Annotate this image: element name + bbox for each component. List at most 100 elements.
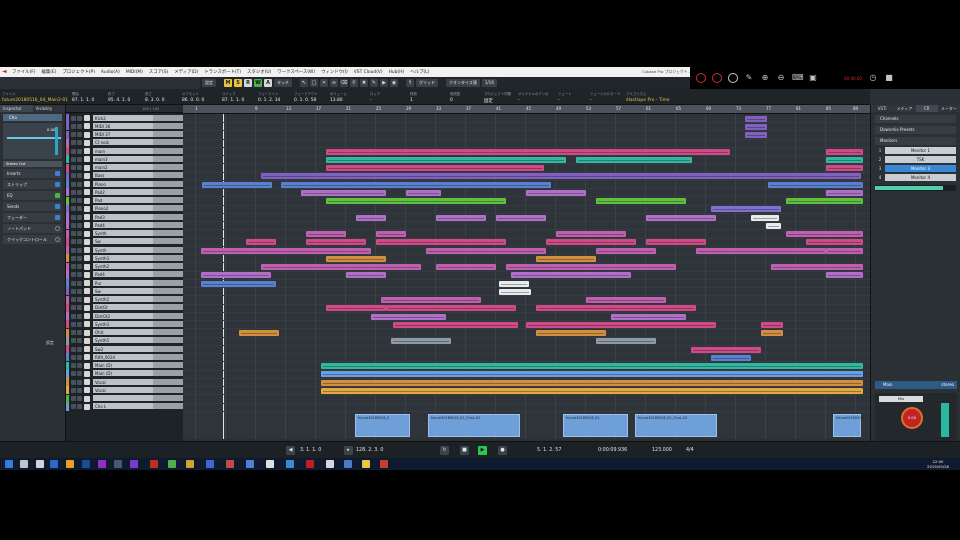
section-toggle-icon[interactable] xyxy=(55,171,60,176)
menu-item[interactable]: ワークスペース(W) xyxy=(277,69,315,75)
taskbar-app-icon[interactable] xyxy=(326,460,334,468)
mute-toggle-icon[interactable] xyxy=(71,396,76,401)
solo-toggle-icon[interactable] xyxy=(77,288,82,294)
info-field[interactable]: プロジェクト同期 固定 xyxy=(484,91,511,104)
taskbar-app-icon[interactable] xyxy=(66,460,74,468)
track-name[interactable]: R09_0034 xyxy=(93,353,153,361)
event-clip[interactable] xyxy=(576,156,692,163)
track-controls[interactable] xyxy=(153,403,183,411)
track-controls[interactable] xyxy=(153,155,183,163)
monitor-name[interactable]: Monitor 1 xyxy=(885,146,956,154)
event-clip[interactable] xyxy=(596,247,656,254)
monitor-name[interactable]: TSK xyxy=(885,155,956,163)
track-row[interactable]: R09_0034 xyxy=(66,353,183,362)
track-buttons[interactable] xyxy=(69,197,83,205)
event-clip[interactable] xyxy=(826,156,863,163)
mute-toggle-icon[interactable] xyxy=(71,338,76,344)
track-name[interactable]: Piano2 xyxy=(93,205,153,213)
track-name[interactable]: MIDI 36 xyxy=(93,122,153,130)
mute-toggle-icon[interactable] xyxy=(71,115,76,121)
track-row[interactable]: Synth3 xyxy=(66,254,183,263)
event-clip[interactable] xyxy=(426,247,546,254)
solo-toggle-icon[interactable] xyxy=(77,214,82,220)
solo-toggle-icon[interactable] xyxy=(77,181,82,187)
event-clip[interactable] xyxy=(771,264,863,270)
tab-visibility[interactable]: Visibility xyxy=(32,105,65,112)
event-clip[interactable] xyxy=(201,280,276,287)
alarm-icon[interactable]: ◷ xyxy=(868,73,878,83)
track-name[interactable]: Kick2 xyxy=(93,114,153,122)
event-clip[interactable] xyxy=(326,165,544,171)
track-row[interactable]: main2 xyxy=(66,163,183,172)
event-clip[interactable] xyxy=(201,272,271,279)
inspector-section[interactable]: Inserts xyxy=(3,169,62,178)
track-row[interactable]: Ohit xyxy=(66,328,183,337)
track-controls[interactable] xyxy=(153,263,183,270)
track-buttons[interactable] xyxy=(69,131,83,139)
tempo-display[interactable]: 123.000 xyxy=(652,446,672,455)
menu-item[interactable]: Audio(A) xyxy=(101,70,120,75)
taskbar-app-icon[interactable] xyxy=(186,460,194,468)
track-controls[interactable] xyxy=(153,238,183,246)
zoom-in-icon[interactable]: ⊕ xyxy=(760,73,770,83)
track-buttons[interactable] xyxy=(69,395,83,403)
track-controls[interactable] xyxy=(153,395,183,402)
taskbar-app-icon[interactable] xyxy=(114,460,122,468)
event-clip[interactable] xyxy=(745,123,767,130)
event-clip[interactable] xyxy=(436,264,496,270)
downmix-presets-section[interactable]: Downmix Presets xyxy=(875,126,956,134)
track-name[interactable]: Sw2 xyxy=(93,345,153,353)
mute-toggle-icon[interactable] xyxy=(71,165,76,170)
solo-toggle-icon[interactable] xyxy=(77,173,82,179)
track-buttons[interactable] xyxy=(69,271,83,279)
tab-vsti[interactable]: VSTi xyxy=(871,105,894,112)
track-row[interactable]: Synth2 xyxy=(66,295,183,304)
mute-button[interactable]: M xyxy=(224,79,232,87)
info-field[interactable]: 開始 87. 1. 1. 0 xyxy=(72,91,94,103)
info-field-value[interactable]: 1 xyxy=(410,98,417,103)
mute-toggle-icon[interactable] xyxy=(71,387,76,393)
erase-tool-icon[interactable]: ⌫ xyxy=(340,79,348,87)
time-signature[interactable]: 4/4 xyxy=(686,446,694,455)
track-buttons[interactable] xyxy=(69,172,83,180)
solo-toggle-icon[interactable] xyxy=(77,189,82,195)
event-clip[interactable] xyxy=(201,247,371,254)
event-clip[interactable] xyxy=(321,379,863,386)
mute-toggle-icon[interactable] xyxy=(71,313,76,319)
info-field-value[interactable]: - xyxy=(590,98,620,103)
solo-toggle-icon[interactable] xyxy=(77,140,82,146)
track-row[interactable]: Synth xyxy=(66,229,183,238)
event-clip[interactable] xyxy=(371,313,446,320)
tab-inspector[interactable]: Inspector xyxy=(0,105,33,112)
track-name[interactable]: Sw xyxy=(93,287,153,295)
position-time[interactable]: 0:00:09.936 xyxy=(598,446,627,455)
mute-toggle-icon[interactable] xyxy=(71,354,76,360)
right-locator[interactable]: 128. 2. 3. 0 xyxy=(356,446,383,455)
event-clip[interactable] xyxy=(381,297,481,303)
track-buttons[interactable] xyxy=(69,362,83,370)
menu-item[interactable]: ウィンドウ(I) xyxy=(321,69,348,75)
event-clip[interactable] xyxy=(511,272,631,279)
mute-toggle-icon[interactable] xyxy=(71,297,76,302)
windows-start-icon[interactable] xyxy=(5,460,13,468)
info-field-value[interactable]: 87. 1. 1. 0 xyxy=(72,98,94,103)
event-clip[interactable] xyxy=(826,148,863,155)
output-routing[interactable]: Stereo Out xyxy=(3,161,62,167)
event-clip[interactable] xyxy=(711,206,781,213)
mute-toggle-icon[interactable] xyxy=(71,198,76,203)
audio-event[interactable]: future20180516_02 xyxy=(563,414,628,437)
taskbar-app-icon[interactable] xyxy=(98,460,106,468)
monitor-name[interactable]: Monitor 4 xyxy=(885,173,956,181)
event-clip[interactable] xyxy=(826,165,863,171)
track-row[interactable]: Sw xyxy=(66,287,183,296)
menu-item[interactable]: メディア(D) xyxy=(174,69,198,75)
info-field[interactable]: スナップ 87. 1. 1. 0 xyxy=(222,91,244,103)
menu-item[interactable]: プロジェクト(P) xyxy=(63,69,95,75)
track-controls[interactable] xyxy=(153,131,183,138)
track-controls[interactable] xyxy=(153,213,183,221)
pencil-icon[interactable]: ✎ xyxy=(744,73,754,83)
event-clip[interactable] xyxy=(261,264,421,270)
audio-event[interactable]: future20180516 xyxy=(833,414,863,437)
track-controls[interactable] xyxy=(153,353,183,361)
track-buttons[interactable] xyxy=(69,246,83,254)
